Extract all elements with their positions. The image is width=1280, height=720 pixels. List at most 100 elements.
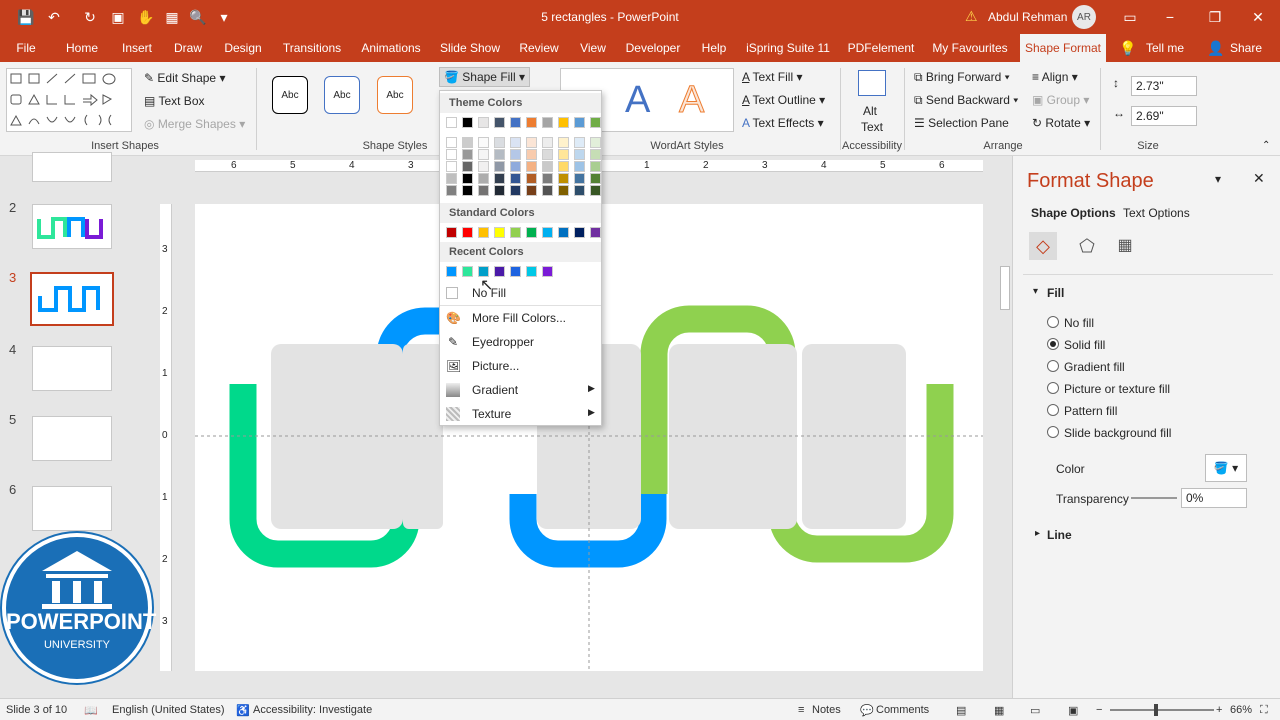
ribbon-display-icon[interactable]: ▭	[1120, 7, 1140, 27]
recent-color-swatch[interactable]	[494, 266, 505, 277]
theme-shade-swatch[interactable]	[478, 185, 489, 196]
tell-me[interactable]: Tell me	[1140, 34, 1190, 62]
group-button[interactable]: ▣ Group ▾	[1032, 93, 1089, 107]
theme-shade-swatch[interactable]	[526, 185, 537, 196]
reading-view-icon[interactable]: ▭	[1030, 704, 1040, 717]
theme-shade-swatch[interactable]	[462, 173, 473, 184]
tab-draw[interactable]: Draw	[166, 34, 210, 62]
accessibility-status[interactable]: Accessibility: Investigate	[253, 704, 372, 716]
pattern-fill-radio[interactable]	[1047, 404, 1059, 416]
style-black[interactable]: Abc	[272, 76, 308, 114]
zoom-level[interactable]: 66%	[1230, 704, 1252, 716]
tab-pdfelement[interactable]: PDFelement	[842, 34, 920, 62]
tab-view[interactable]: View	[572, 34, 614, 62]
comments-button[interactable]: Comments	[876, 704, 929, 716]
tab-slide-show[interactable]: Slide Show	[436, 34, 504, 62]
text-fill-button[interactable]: A Text Fill ▾	[742, 70, 803, 84]
height-input[interactable]: 2.73"	[1131, 76, 1197, 96]
customize-qat-icon[interactable]: ▾	[214, 7, 234, 27]
recent-color-swatch[interactable]	[510, 266, 521, 277]
theme-shade-swatch[interactable]	[574, 185, 585, 196]
recent-color-swatch[interactable]	[526, 266, 537, 277]
tab-developer[interactable]: Developer	[622, 34, 684, 62]
solid-fill-label[interactable]: Solid fill	[1064, 338, 1105, 352]
present-icon[interactable]: ▣	[108, 7, 128, 27]
transparency-input[interactable]: 0%	[1181, 488, 1247, 508]
theme-shade-swatch[interactable]	[574, 161, 585, 172]
slide-counter[interactable]: Slide 3 of 10	[6, 704, 67, 716]
theme-color-swatch[interactable]	[478, 117, 489, 128]
theme-color-swatch[interactable]	[590, 117, 601, 128]
theme-shade-swatch[interactable]	[494, 149, 505, 160]
theme-shade-swatch[interactable]	[494, 161, 505, 172]
warning-icon[interactable]: ⚠	[965, 8, 978, 25]
alt-text-label[interactable]: Alt	[863, 104, 877, 118]
close-icon[interactable]: ✕	[1248, 7, 1268, 27]
spellcheck-icon[interactable]: 📖	[84, 704, 98, 717]
theme-shade-swatch[interactable]	[510, 185, 521, 196]
theme-shade-swatch[interactable]	[478, 161, 489, 172]
style-orange[interactable]: Abc	[377, 76, 413, 114]
maximize-icon[interactable]: ❐	[1205, 7, 1225, 27]
standard-color-swatch[interactable]	[558, 227, 569, 238]
shape-fill-button[interactable]: 🪣 Shape Fill ▾	[439, 67, 531, 87]
tab-design[interactable]: Design	[218, 34, 268, 62]
slide-sorter-icon[interactable]: ▦	[994, 704, 1004, 717]
standard-color-swatch[interactable]	[462, 227, 473, 238]
style-blue[interactable]: Abc	[324, 76, 360, 114]
pattern-fill-label[interactable]: Pattern fill	[1064, 404, 1117, 418]
expand-line-icon[interactable]: ▸	[1035, 528, 1040, 539]
theme-shade-swatch[interactable]	[558, 137, 569, 148]
theme-shade-swatch[interactable]	[446, 161, 457, 172]
zoom-in-icon[interactable]: +	[1216, 704, 1222, 716]
notes-button[interactable]: Notes	[812, 704, 841, 716]
thumbnail-slide-3[interactable]	[30, 272, 114, 326]
thumbnail-slide-5[interactable]	[32, 416, 112, 461]
tab-review[interactable]: Review	[514, 34, 564, 62]
theme-shade-swatch[interactable]	[462, 149, 473, 160]
standard-color-swatch[interactable]	[574, 227, 585, 238]
edit-shape-button[interactable]: ✎ Edit Shape ▾	[144, 71, 225, 85]
theme-shade-swatch[interactable]	[478, 137, 489, 148]
theme-shade-swatch[interactable]	[590, 173, 601, 184]
slide-bg-fill-radio[interactable]	[1047, 426, 1059, 438]
normal-view-icon[interactable]: ▤	[956, 704, 966, 717]
text-outline-button[interactable]: A Text Outline ▾	[742, 93, 825, 107]
vertical-scrollbar[interactable]	[998, 156, 1012, 676]
theme-shade-swatch[interactable]	[462, 185, 473, 196]
tab-file[interactable]: File	[8, 34, 44, 62]
tab-animations[interactable]: Animations	[354, 34, 428, 62]
language[interactable]: English (United States)	[112, 704, 225, 716]
theme-shade-swatch[interactable]	[590, 137, 601, 148]
recent-color-swatch[interactable]	[542, 266, 553, 277]
theme-shade-swatch[interactable]	[590, 149, 601, 160]
theme-shade-swatch[interactable]	[510, 137, 521, 148]
transparency-slider[interactable]	[1131, 497, 1177, 499]
text-box-button[interactable]: ▤ Text Box	[144, 94, 205, 108]
tab-help[interactable]: Help	[694, 34, 734, 62]
theme-color-swatch[interactable]	[462, 117, 473, 128]
merge-shapes-button[interactable]: ◎ Merge Shapes ▾	[144, 117, 245, 131]
thumbnail-slide-4[interactable]	[32, 346, 112, 391]
eyedropper-item[interactable]: Eyedropper	[472, 335, 534, 349]
theme-shade-swatch[interactable]	[558, 161, 569, 172]
align-button[interactable]: ≡ Align ▾	[1032, 70, 1078, 84]
collapse-ribbon-icon[interactable]: ⌃	[1262, 140, 1270, 151]
fill-line-icon[interactable]: ◇	[1029, 232, 1057, 260]
shape-options-tab[interactable]: Shape Options	[1031, 206, 1116, 220]
theme-color-swatch[interactable]	[542, 117, 553, 128]
theme-shade-swatch[interactable]	[542, 161, 553, 172]
gradient-fill-radio[interactable]	[1047, 360, 1059, 372]
theme-shade-swatch[interactable]	[510, 161, 521, 172]
picture-fill-radio[interactable]	[1047, 382, 1059, 394]
expand-fill-icon[interactable]: ▾	[1033, 286, 1038, 297]
thumbnail-slide-6[interactable]	[32, 486, 112, 531]
theme-color-swatch[interactable]	[494, 117, 505, 128]
no-fill-radio[interactable]	[1047, 316, 1059, 328]
theme-shade-swatch[interactable]	[574, 173, 585, 184]
gradient-item[interactable]: Gradient	[472, 383, 518, 397]
theme-shade-swatch[interactable]	[590, 161, 601, 172]
line-section[interactable]: Line	[1047, 528, 1072, 542]
zoom-out-icon[interactable]: −	[1096, 704, 1102, 716]
alt-text-label2[interactable]: Text	[861, 120, 883, 134]
